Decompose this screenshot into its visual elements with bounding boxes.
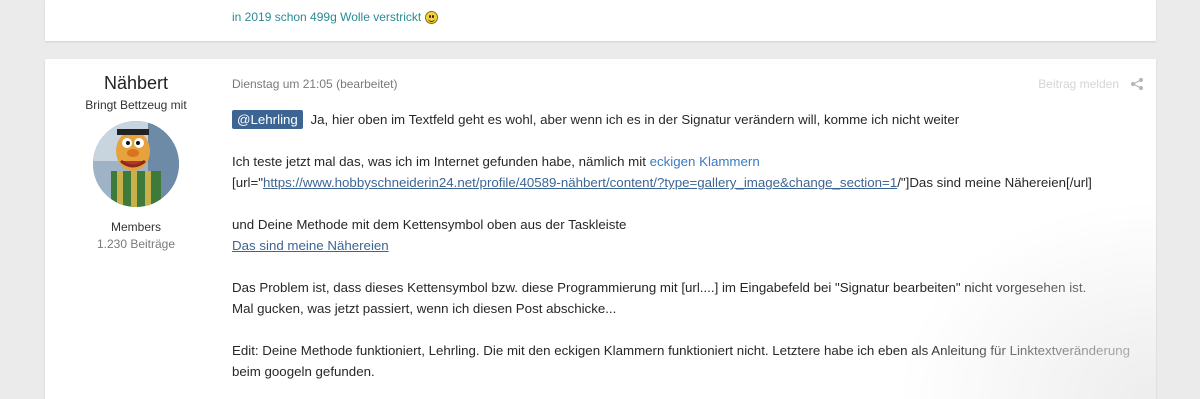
content-line: und Deine Methode mit dem Kettensymbol o… [232, 217, 627, 232]
content-line: Das Problem ist, dass dieses Kettensymbo… [232, 280, 1087, 295]
content-line: Das sind meine Nähereien [232, 235, 1132, 256]
author-group: Members [110, 220, 161, 234]
content-line: @Lehrling Ja, hier oben im Textfeld geht… [232, 109, 1132, 130]
eckige-klammern-link[interactable]: eckigen Klammern [650, 154, 760, 169]
content-line: Edit: Deine Methode funktioniert, Lehrli… [232, 343, 1131, 379]
naehereien-link[interactable]: Das sind meine Nähereien [232, 238, 389, 253]
post-meta: Dienstag um 21:05 (bearbeitet) [232, 77, 397, 91]
edited-label[interactable]: (bearbeitet) [336, 77, 397, 91]
previous-post-card: in 2019 schon 499g Wolle verstrickt [45, 0, 1156, 41]
profile-url-link[interactable]: https://www.hobbyschneiderin24.net/profi… [263, 175, 897, 190]
author-post-count: 1.230 Beiträge [96, 237, 176, 251]
avatar-image [93, 121, 179, 207]
signature-text: in 2019 schon 499g Wolle verstrickt [232, 10, 422, 24]
report-post-link[interactable]: Beitrag melden [1038, 77, 1119, 91]
content-line: Mal gucken, was jetzt passiert, wenn ich… [232, 301, 617, 316]
author-title: Bringt Bettzeug mit [85, 98, 187, 112]
post-card: Nähbert Bringt Bettzeug mit Members 1.23… [45, 59, 1156, 399]
smiley-icon [425, 10, 439, 24]
line-text: /"]Das sind meine Nähereien[/url] [897, 175, 1092, 190]
mention-badge[interactable]: @Lehrling [232, 110, 303, 129]
content-line: Ich teste jetzt mal das, was ich im Inte… [232, 151, 1132, 172]
post-content: @Lehrling Ja, hier oben im Textfeld geht… [232, 109, 1132, 382]
share-icon[interactable] [1130, 77, 1144, 91]
avatar[interactable] [93, 121, 179, 207]
signature: in 2019 schon 499g Wolle verstrickt [232, 10, 439, 24]
author-name[interactable]: Nähbert [45, 72, 227, 94]
content-line: [url="https://www.hobbyschneiderin24.net… [232, 172, 1132, 193]
line-text: Ja, hier oben im Textfeld geht es wohl, … [310, 112, 960, 127]
line-text: [url=" [232, 175, 263, 190]
post-timestamp[interactable]: Dienstag um 21:05 [232, 77, 333, 91]
line-text: Ich teste jetzt mal das, was ich im Inte… [232, 154, 650, 169]
author-panel: Nähbert Bringt Bettzeug mit Members 1.23… [45, 59, 227, 251]
